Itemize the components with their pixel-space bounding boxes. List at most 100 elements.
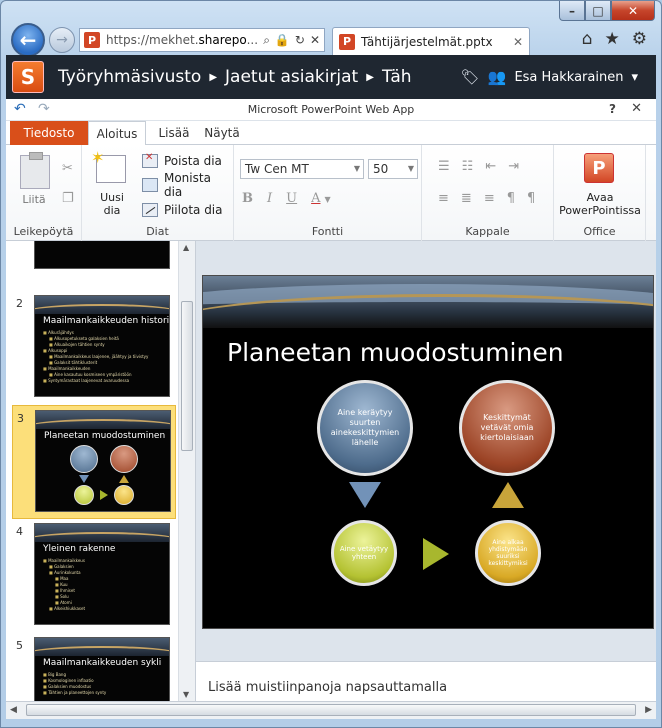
copy-icon[interactable]: ❐ [62,191,74,206]
bold-button[interactable]: B [242,191,253,206]
scroll-up-icon[interactable]: ▲ [183,243,189,252]
bullets-icon[interactable]: ☰ [438,159,450,174]
breadcrumb-library[interactable]: Jaetut asiakirjat [225,67,358,87]
thumbnail-down-arrow [79,475,89,483]
decrease-indent-icon[interactable]: ⇤ [485,159,496,174]
stop-icon[interactable]: ✕ [310,33,320,48]
powerpoint-icon[interactable]: P [584,153,614,183]
ltr-icon[interactable]: ¶ [507,191,515,206]
tab-close-icon[interactable]: ✕ [513,35,523,49]
clipboard-group-label: Leikepöytä [13,225,74,238]
office-group: P Avaa PowerPointissa Office [554,145,646,241]
circle-blue[interactable]: Aine keräytyy suurten ainekeskittymien l… [317,380,413,476]
slide-thumbnails-pane[interactable]: 2 Maailmankaikkeuden historia Alkuräjähd… [6,241,196,701]
duplicate-slide-button[interactable]: Monista dia [142,171,233,199]
hide-slide-label: Piilota dia [164,203,223,217]
thumbnail-scrollbar[interactable]: ▲ ▼ [178,241,195,701]
search-icon[interactable]: ⌕ [263,33,270,48]
breadcrumb-site[interactable]: Työryhmäsivusto [58,67,201,87]
favorites-star-icon[interactable]: ★ [605,29,620,49]
tab-view[interactable]: Näytä [202,121,242,145]
scroll-down-icon[interactable]: ▼ [183,690,189,699]
arrow-down-shape[interactable] [349,482,381,508]
underline-button[interactable]: U [286,191,297,206]
url-text[interactable]: https://mekhet.sharepo... [106,33,258,47]
font-name-select[interactable]: Tw Cen MT ▼ [240,159,364,179]
user-name[interactable]: Esa Hakkarainen [514,70,623,85]
thumbnail-image: Yleinen rakenne Maailmankaikkeus Galaksi… [34,523,170,625]
breadcrumb-document[interactable]: Täh [382,67,412,87]
ribbon-tabs: Tiedosto Aloitus Lisää Näytä [6,121,656,146]
thumbnail-title: Maailmankaikkeuden sykli [43,658,162,668]
thumbnail-slide-4[interactable]: 4 Yleinen rakenne Maailmankaikkeus Galak… [12,519,176,633]
sharepoint-logo-icon[interactable]: S [12,61,44,93]
forward-arrow-icon: → [56,32,68,48]
paste-button[interactable]: Liitä [12,193,56,206]
delete-slide-button[interactable]: Poista dia [142,151,222,171]
browser-tab[interactable]: P Tähtijärjestelmät.pptx ✕ [332,27,530,55]
tag-icon[interactable]: 🏷 [461,68,480,86]
hide-slide-button[interactable]: Piilota dia [142,200,223,220]
lock-icon[interactable]: 🔒 [275,33,290,48]
numbering-icon[interactable]: ☷ [462,159,474,174]
new-slide-icon[interactable] [91,148,126,183]
paste-icon[interactable] [20,152,50,189]
ribbon: Liitä ✂ ❐ Leikepöytä Uusi dia Poista dia… [6,145,656,241]
address-bar[interactable]: P https://mekhet.sharepo... ⌕ 🔒 ↻ ✕ [79,28,325,52]
current-slide[interactable]: Planeetan muodostuminen Aine keräytyy su… [202,275,654,629]
help-icon[interactable]: ? [609,102,616,116]
forward-button[interactable]: → [49,27,75,53]
close-app-icon[interactable]: ✕ [631,101,642,116]
align-center-icon[interactable]: ≣ [461,191,472,206]
scroll-left-icon[interactable]: ◀ [10,705,17,715]
slides-group: Uusi dia Poista dia Monista dia Piilota … [82,145,234,241]
italic-button[interactable]: I [267,191,272,206]
tab-home[interactable]: Aloitus [88,121,146,146]
circle-green[interactable]: Aine vetäytyy yhteen [331,520,397,586]
font-color-button[interactable]: A [311,191,320,206]
notes-pane[interactable]: Lisää muistiinpanoja napsauttamalla [196,661,656,701]
thumbnail-slide-5[interactable]: 5 Maailmankaikkeuden sykli Big Bang Kosm… [12,633,176,701]
thumbnail-slide-2[interactable]: 2 Maailmankaikkeuden historia Alkuräjähd… [12,291,176,405]
scroll-right-icon[interactable]: ▶ [645,705,652,715]
close-window-button[interactable]: ✕ [611,1,655,21]
thumbnail-slide-1[interactable] [12,241,176,277]
thumbnail-number: 5 [16,639,23,652]
minimize-button[interactable]: – [559,1,585,21]
horizontal-scrollbar[interactable]: ◀ ▶ [6,701,656,719]
user-menu-chevron-icon[interactable]: ▾ [631,70,638,85]
circle-gold[interactable]: Aine alkaa yhdistymään suuriksi keskitty… [475,520,541,586]
arrow-right-shape[interactable] [423,538,449,570]
circle-red[interactable]: Keskittymät vetävät omia kiertolaisiaan [459,380,555,476]
notes-placeholder: Lisää muistiinpanoja napsauttamalla [208,680,448,695]
chevron-down-icon: ▼ [353,164,360,173]
font-size-select[interactable]: 50 ▼ [368,159,418,179]
home-icon[interactable]: ⌂ [582,29,593,49]
maximize-button[interactable]: □ [585,1,611,21]
align-left-icon[interactable]: ≡ [438,191,449,206]
social-icon[interactable]: 👥 [488,68,507,86]
back-button[interactable]: ← [11,23,45,57]
back-arrow-icon: ← [19,28,37,52]
slide-title[interactable]: Planeetan muodostuminen [227,338,564,367]
breadcrumb-separator-icon: ▶ [366,71,374,83]
tab-insert[interactable]: Lisää [154,121,194,145]
scrollbar-thumb[interactable] [181,301,193,451]
rtl-icon[interactable]: ¶ [527,191,535,206]
font-color-dropdown-icon[interactable]: ▼ [325,195,331,206]
thumbnail-slide-3[interactable]: 3 Planeetan muodostuminen [12,405,176,519]
duplicate-slide-label: Monista dia [163,171,211,199]
cut-icon[interactable]: ✂ [62,161,73,176]
new-slide-button[interactable]: Uusi dia [88,191,136,217]
hide-slide-icon [142,203,158,217]
open-in-powerpoint-button[interactable]: Avaa PowerPointissa [554,191,646,217]
arrow-up-shape[interactable] [492,482,524,508]
tab-powerpoint-icon: P [339,33,355,50]
tab-title: Tähtijärjestelmät.pptx [361,34,493,49]
increase-indent-icon[interactable]: ⇥ [508,159,519,174]
tab-file[interactable]: Tiedosto [10,121,88,145]
settings-gear-icon[interactable]: ⚙ [632,29,647,49]
horizontal-scrollbar-thumb[interactable] [26,704,636,716]
refresh-icon[interactable]: ↻ [295,33,305,48]
align-right-icon[interactable]: ≡ [484,191,495,206]
